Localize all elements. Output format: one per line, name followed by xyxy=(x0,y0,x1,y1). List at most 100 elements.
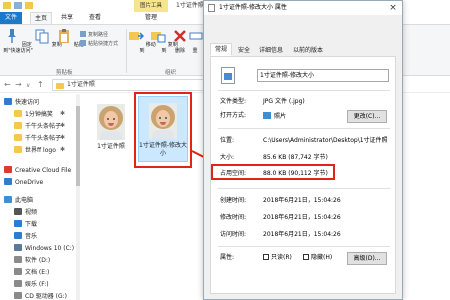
tab-view[interactable]: 查看 xyxy=(84,12,106,24)
tab-security[interactable]: 安全 xyxy=(234,44,254,56)
nav-item[interactable]: 1分钟搞笑 xyxy=(14,110,53,120)
cloud-icon xyxy=(4,166,12,173)
readonly-checkbox[interactable]: 只读(R) xyxy=(263,254,292,262)
location-label: 位置: xyxy=(220,137,235,144)
address-bar[interactable]: 1寸证件照 xyxy=(52,79,207,91)
nav-item-label: 快速访问 xyxy=(15,99,40,106)
divider xyxy=(218,246,390,247)
folder-icon xyxy=(3,2,11,9)
nav-item-label: Creative Cloud File xyxy=(15,167,72,174)
folder-icon xyxy=(14,122,22,129)
divider xyxy=(218,188,390,189)
tab-manage[interactable]: 管理 xyxy=(140,12,162,24)
copy-to-icon xyxy=(151,32,166,43)
nav-item[interactable]: 软件 (D:) xyxy=(14,256,50,266)
paste-shortcut-button[interactable]: 粘贴快捷方式 xyxy=(80,40,118,48)
new-folder-icon[interactable] xyxy=(25,2,33,9)
paste-shortcut-label: 粘贴快捷方式 xyxy=(88,41,119,47)
divider xyxy=(218,128,390,129)
tab-general[interactable]: 常规 xyxy=(210,43,232,56)
onedrive-icon xyxy=(4,178,12,185)
rename-label: 重 xyxy=(192,48,198,54)
pin-to-quick-access-button[interactable]: 固定到"快速访问" xyxy=(2,28,34,54)
nav-item[interactable]: 娱乐 (F:) xyxy=(14,280,49,290)
nav-item[interactable]: Creative Cloud File xyxy=(4,166,71,176)
checkbox-box[interactable] xyxy=(263,254,269,260)
advanced-button[interactable]: 高级(D)... xyxy=(347,252,387,265)
hidden-checkbox[interactable]: 隐藏(H) xyxy=(303,254,332,262)
drive-icon xyxy=(14,280,22,287)
tab-share[interactable]: 共享 xyxy=(56,12,78,24)
nav-item[interactable]: 下载 xyxy=(14,220,37,230)
picture-tools-tab[interactable]: 图片工具 xyxy=(134,0,168,12)
hidden-label: 隐藏(H) xyxy=(311,254,333,261)
organize-group-label: 组织 xyxy=(165,70,177,76)
properties-icon[interactable] xyxy=(14,2,22,9)
type-label: 文件类型: xyxy=(220,98,247,105)
folder-icon xyxy=(14,146,22,153)
video-icon xyxy=(14,208,22,215)
up-arrow-icon[interactable]: ↑ xyxy=(37,80,44,90)
pin-icon: ✱ xyxy=(60,146,66,153)
file-item[interactable]: 1寸证件照 xyxy=(86,98,136,156)
back-arrow-icon[interactable]: ← xyxy=(4,80,11,90)
nav-item-label: 1分钟搞笑 xyxy=(25,111,53,118)
scrollbar-thumb[interactable] xyxy=(76,106,80,186)
rename-button[interactable]: 重 xyxy=(188,28,203,54)
chevron-down-icon[interactable]: ∨ xyxy=(26,81,30,91)
forward-arrow-icon[interactable]: → xyxy=(15,80,22,90)
delete-x-icon xyxy=(174,30,186,42)
nav-item-label: 音乐 xyxy=(25,233,38,240)
clipboard-group-label: 剪贴板 xyxy=(56,70,73,76)
nav-item[interactable]: 文档 (E:) xyxy=(14,268,49,278)
copy-path-label: 复制路径 xyxy=(88,32,109,38)
delete-label: 删除 xyxy=(174,48,185,54)
pin-icon: ✱ xyxy=(60,134,66,141)
tab-previous-versions[interactable]: 以前的版本 xyxy=(288,44,328,56)
nav-item[interactable]: 音乐 xyxy=(14,232,37,242)
photo-thumbnail xyxy=(97,104,125,140)
nav-item[interactable]: 千牛头条帖子 xyxy=(14,134,61,144)
ribbon-divider xyxy=(126,29,127,73)
nav-item[interactable]: Windows 10 (C:) xyxy=(14,244,74,254)
pin-icon: ✱ xyxy=(60,110,66,117)
window-title: 1寸证件照 xyxy=(176,2,204,9)
nav-item-label: 软件 (D:) xyxy=(25,257,51,264)
delete-button[interactable]: 删除 xyxy=(172,28,188,54)
nav-item[interactable]: 世界ff logo xyxy=(14,146,56,156)
tab-details[interactable]: 详细信息 xyxy=(256,44,286,56)
navigation-pane: 快速访问 1分钟搞笑 ✱ 千牛头条帖子 ✱ 千牛头条帖子 ✱ 世界ff logo ✱ Creati… xyxy=(0,94,80,300)
nav-item[interactable]: 千牛头条帖子 xyxy=(14,122,61,132)
nav-item-label: 千牛头条帖子 xyxy=(25,123,62,130)
opens-with-value: 照片 xyxy=(263,112,286,121)
folder-icon xyxy=(56,83,64,89)
change-button[interactable]: 更改(C)... xyxy=(347,110,387,123)
drive-icon xyxy=(14,256,22,263)
location-value: C:\Users\Administrator\Desktop\1寸证件照 xyxy=(263,137,388,144)
highlight-box xyxy=(211,164,335,180)
copy-icon xyxy=(35,29,49,44)
divider xyxy=(218,90,390,91)
file-name-field[interactable]: 1寸证件照-修改大小 xyxy=(257,69,389,82)
nav-item-label: 下载 xyxy=(25,221,38,228)
accessed-label: 访问时间: xyxy=(220,231,247,238)
nav-item-label: 世界ff logo xyxy=(25,147,56,154)
nav-item-label: Windows 10 (C:) xyxy=(25,245,75,252)
move-to-icon xyxy=(129,32,145,40)
nav-item[interactable]: 快速访问 xyxy=(4,98,39,108)
close-icon[interactable]: × xyxy=(384,1,402,15)
tab-home[interactable]: 主页 xyxy=(30,12,52,24)
address-path: 1寸证件照 xyxy=(67,81,95,88)
nav-item[interactable]: 视频 xyxy=(14,208,37,218)
copy-path-button[interactable]: 复制路径 xyxy=(80,31,108,39)
nav-item[interactable]: 此电脑 xyxy=(4,196,33,206)
checkbox-box[interactable] xyxy=(303,254,309,260)
opens-with-app: 照片 xyxy=(274,113,287,120)
dialog-title: 1寸证件照-修改大小 属性 xyxy=(219,4,287,11)
star-icon xyxy=(4,98,12,105)
type-value: JPG 文件 (.jpg) xyxy=(263,98,305,105)
nav-item[interactable]: CD 驱动器 (G:) xyxy=(14,292,67,300)
nav-item[interactable]: OneDrive xyxy=(4,178,43,188)
tab-file[interactable]: 文件 xyxy=(0,12,22,24)
nav-scrollbar[interactable] xyxy=(76,94,80,300)
